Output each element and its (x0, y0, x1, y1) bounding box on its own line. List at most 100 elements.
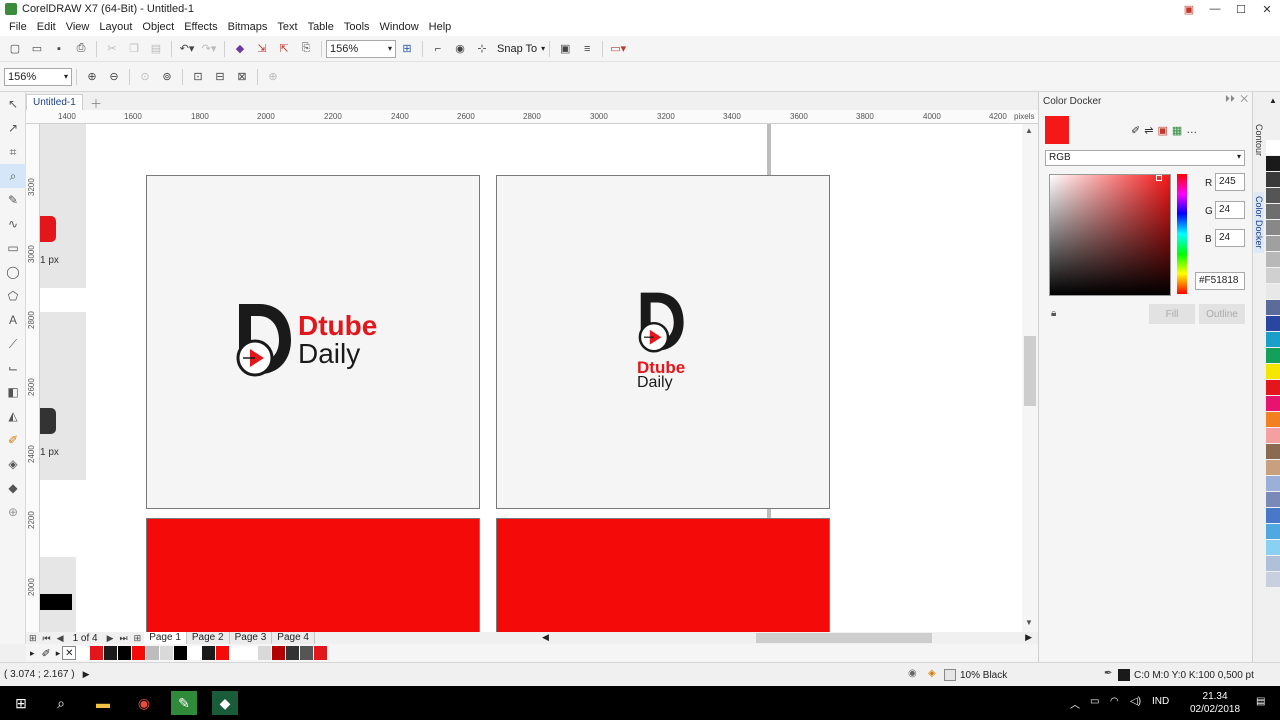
scroll-down-icon[interactable]: ▼ (1025, 618, 1033, 627)
palette-swatch[interactable] (216, 646, 231, 660)
palette-swatch[interactable] (76, 646, 91, 660)
vertical-scroll-thumb[interactable] (1024, 336, 1036, 406)
palette-swatch[interactable] (1266, 284, 1280, 299)
add-toolbar-item-icon[interactable]: ⊕ (262, 67, 284, 87)
color-viewer-icon[interactable]: ▣ (1157, 124, 1167, 137)
palette-swatch[interactable] (1266, 204, 1280, 219)
menu-help[interactable]: Help (424, 21, 457, 33)
docker-header-buttons[interactable]: ⏵⏵ ✕ (1225, 94, 1248, 105)
palette-swatch[interactable] (1266, 316, 1280, 331)
pick-tool-icon[interactable]: ↖ (0, 92, 26, 116)
notifications-icon[interactable]: ▤ (1256, 696, 1265, 707)
green-channel-input[interactable]: 24 (1215, 201, 1245, 219)
palette-swatch[interactable] (1266, 300, 1280, 315)
menu-view[interactable]: View (61, 21, 95, 33)
tab-page-1[interactable]: Page 1 (144, 632, 187, 644)
palette-swatch[interactable] (104, 646, 119, 660)
zoom-in-icon[interactable]: ⊕ (81, 67, 103, 87)
palette-swatch[interactable] (1266, 380, 1280, 395)
palette-swatch[interactable] (1266, 508, 1280, 523)
zoom-to-all-objects-icon[interactable]: ⊚ (156, 67, 178, 87)
zoom-tool-icon[interactable]: ⌕ (0, 164, 26, 188)
palette-swatch[interactable] (244, 646, 259, 660)
menu-file[interactable]: File (4, 21, 32, 33)
palette-swatch[interactable] (1266, 412, 1280, 427)
palette-swatch[interactable] (202, 646, 217, 660)
save-icon[interactable]: ▪ (48, 39, 70, 59)
eyedropper-icon[interactable]: ✐ (39, 647, 54, 660)
palette-scroll-icon[interactable]: ▸ (54, 648, 63, 659)
zoom-to-page-icon[interactable]: ⊡ (187, 67, 209, 87)
vertical-ruler[interactable]: 3200 3000 2800 2600 2400 2200 2000 (26, 124, 40, 632)
shape-tool-icon[interactable]: ↗ (0, 116, 26, 140)
play-icon[interactable]: ▶ (83, 669, 90, 680)
welcome-screen-icon[interactable]: ▣ (554, 39, 576, 59)
new-document-icon[interactable]: ▢ (4, 39, 26, 59)
menu-edit[interactable]: Edit (32, 21, 61, 33)
menu-effects[interactable]: Effects (179, 21, 222, 33)
tab-page-2[interactable]: Page 2 (186, 632, 230, 644)
corel-capture-taskbar-icon[interactable]: ◆ (212, 691, 238, 715)
menu-table[interactable]: Table (303, 21, 339, 33)
palette-swatch[interactable] (1266, 332, 1280, 347)
artboard-logo-horizontal[interactable]: Dtube Daily (146, 175, 480, 509)
zoom-level-combo[interactable]: 156% ▾ (326, 39, 396, 58)
palette-swatch[interactable] (1266, 444, 1280, 459)
menu-bitmaps[interactable]: Bitmaps (223, 21, 273, 33)
application-launcher-icon[interactable]: ▭▾ (607, 39, 629, 59)
no-color-swatch[interactable]: ✕ (62, 646, 77, 660)
chevron-down-icon[interactable]: ▾ (541, 44, 545, 53)
drop-shadow-tool-icon[interactable]: ◧ (0, 380, 26, 404)
vertical-scrollbar[interactable]: ▲ ▼ (1022, 124, 1038, 632)
maximize-button[interactable]: ☐ (1228, 0, 1254, 18)
menu-object[interactable]: Object (137, 21, 179, 33)
color-sliders-icon[interactable]: ⇌ (1144, 124, 1153, 137)
palette-swatch[interactable] (1266, 268, 1280, 283)
tab-contour[interactable]: Contour (1254, 120, 1264, 160)
color-eyedropper-tool-icon[interactable]: ✐ (0, 428, 26, 452)
transparency-tool-icon[interactable]: ◭ (0, 404, 26, 428)
palette-swatch[interactable] (160, 646, 175, 660)
add-page-before-icon[interactable]: ⊞ (26, 633, 40, 644)
palette-swatch[interactable] (1266, 556, 1280, 571)
palette-swatch[interactable] (1266, 428, 1280, 443)
menu-window[interactable]: Window (375, 21, 424, 33)
eyedropper-icon[interactable]: ✐ (1131, 124, 1140, 137)
prev-page-icon[interactable]: ◀ (54, 633, 67, 644)
palette-swatch[interactable] (90, 646, 105, 660)
palette-swatch[interactable] (1266, 540, 1280, 555)
fill-color-swatch[interactable] (944, 669, 956, 681)
palette-swatch[interactable] (272, 646, 287, 660)
publish-pdf-icon[interactable]: ⎘ (295, 39, 317, 59)
zoom-to-page-height-icon[interactable]: ⊠ (231, 67, 253, 87)
interactive-fill-tool-icon[interactable]: ◈ (0, 452, 26, 476)
palette-swatch[interactable] (132, 646, 147, 660)
print-icon[interactable]: ⎙ (70, 39, 92, 59)
color-palettes-icon[interactable]: ▦ (1172, 124, 1182, 137)
palette-swatch[interactable] (1266, 348, 1280, 363)
network-icon[interactable]: ◠ (1110, 696, 1119, 707)
redo-icon[interactable]: ↷▾ (198, 39, 220, 59)
palette-swatch[interactable] (146, 646, 161, 660)
volume-icon[interactable]: ◁) (1130, 696, 1141, 707)
next-page-icon[interactable]: ▶ (104, 633, 117, 644)
connector-tool-icon[interactable]: ⌙ (0, 356, 26, 380)
fill-button[interactable]: Fill (1149, 304, 1195, 324)
palette-swatch[interactable] (188, 646, 203, 660)
outline-color-swatch[interactable] (1118, 669, 1130, 681)
horizontal-scroll-thumb[interactable] (756, 633, 932, 643)
lock-icon[interactable]: 🔒︎ (1051, 308, 1056, 319)
options-icon[interactable]: ≡ (576, 39, 598, 59)
add-page-after-icon[interactable]: ⊞ (131, 633, 145, 644)
palette-swatch[interactable] (1266, 396, 1280, 411)
palette-swatch[interactable] (1266, 460, 1280, 475)
file-explorer-icon[interactable]: ▬ (90, 691, 116, 715)
palette-swatch[interactable] (1266, 140, 1280, 155)
add-tool-icon[interactable]: ⊕ (0, 500, 26, 524)
more-options-icon[interactable]: … (1186, 124, 1197, 137)
paste-icon[interactable]: ▤ (145, 39, 167, 59)
color-picker-area[interactable] (1049, 174, 1171, 296)
search-content-icon[interactable]: ◆ (229, 39, 251, 59)
palette-flyout-icon[interactable]: ▸ (26, 648, 39, 659)
full-screen-preview-icon[interactable]: ⊞ (396, 39, 418, 59)
